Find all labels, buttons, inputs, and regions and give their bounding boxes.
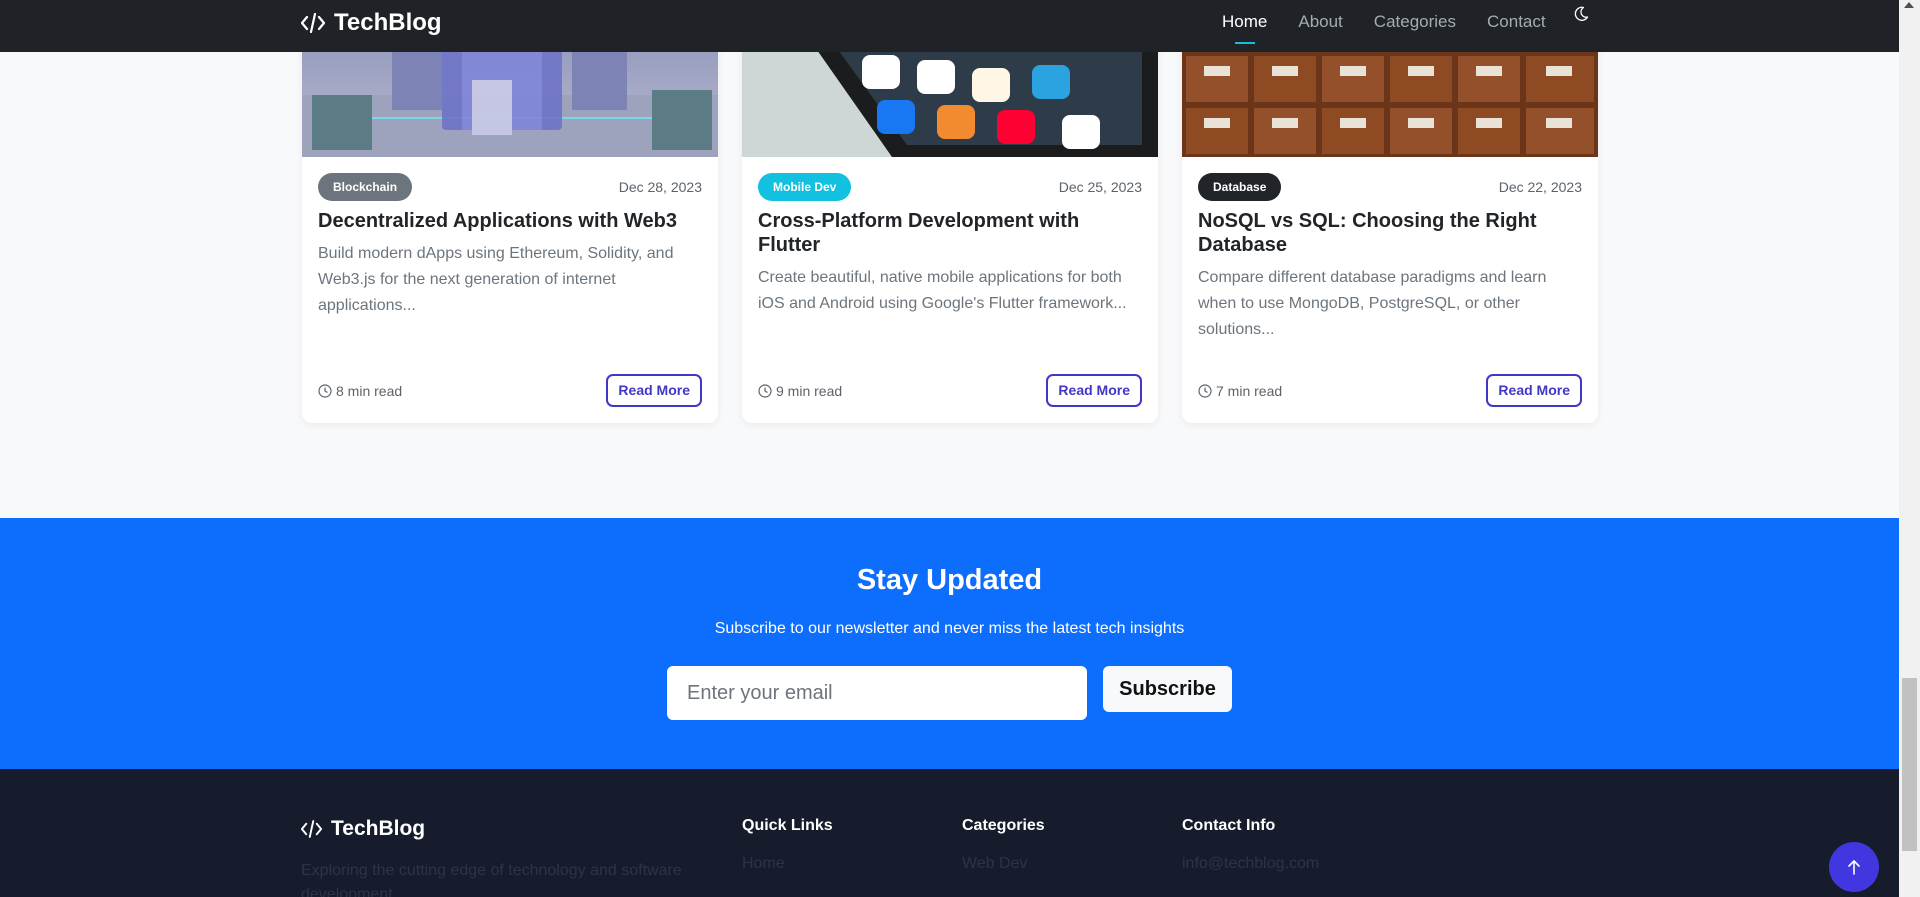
read-more-button[interactable]: Read More [1046, 374, 1142, 407]
article-card-blockchain: Blockchain Dec 28, 2023 Decentralized Ap… [302, 0, 718, 423]
footer-link[interactable]: Web Dev [962, 855, 1028, 873]
post-title[interactable]: Cross-Platform Development with Flutter [758, 209, 1142, 257]
footer-brand-name: TechBlog [331, 817, 426, 840]
back-to-top-button[interactable] [1829, 842, 1879, 892]
category-badge[interactable]: Blockchain [318, 173, 413, 201]
scroll-up-arrow-icon[interactable] [1904, 2, 1914, 8]
moon-icon[interactable] [1573, 6, 1589, 22]
read-more-button[interactable]: Read More [1486, 374, 1582, 407]
clock-icon [758, 384, 772, 398]
read-time-text: 7 min read [1216, 383, 1283, 399]
nav-home[interactable]: Home [1222, 11, 1267, 44]
read-time-text: 8 min read [336, 383, 403, 399]
footer-brand[interactable]: TechBlog [301, 817, 425, 841]
site-footer: TechBlog Exploring the cutting edge of t… [0, 769, 1899, 897]
read-time-text: 9 min read [776, 383, 843, 399]
page-scrollbar[interactable] [1899, 0, 1920, 897]
clock-icon [1198, 384, 1212, 398]
post-date: Dec 22, 2023 [1498, 179, 1582, 195]
top-navbar: TechBlog Home About Categories Contact [0, 0, 1899, 52]
post-title[interactable]: NoSQL vs SQL: Choosing the Right Databas… [1198, 209, 1582, 257]
brand-name: TechBlog [334, 9, 442, 36]
post-date: Dec 28, 2023 [618, 179, 702, 195]
nav-links: Home About Categories Contact [1222, 11, 1577, 44]
nav-about[interactable]: About [1298, 11, 1342, 33]
post-excerpt: Create beautiful, native mobile applicat… [758, 269, 1127, 312]
read-time: 8 min read [318, 383, 402, 399]
arrow-up-icon [1848, 860, 1860, 875]
post-excerpt: Build modern dApps using Ethereum, Solid… [318, 245, 674, 314]
newsletter-title: Stay Updated [856, 564, 1043, 596]
nav-contact[interactable]: Contact [1487, 11, 1546, 33]
nav-categories[interactable]: Categories [1374, 11, 1456, 33]
read-time: 7 min read [1198, 383, 1282, 399]
categories-heading: Categories [962, 817, 1045, 834]
footer-contact: info@techblog.com [1182, 855, 1320, 872]
newsletter-section: Stay Updated Subscribe to our newsletter… [0, 518, 1899, 769]
post-excerpt: Compare different database paradigms and… [1198, 269, 1547, 338]
footer-link[interactable]: Home [742, 855, 785, 873]
code-icon [301, 820, 322, 838]
contact-info-heading: Contact Info [1182, 817, 1276, 834]
card-body: Blockchain Dec 28, 2023 Decentralized Ap… [302, 157, 718, 423]
read-more-button[interactable]: Read More [606, 374, 702, 407]
read-time: 9 min read [758, 383, 842, 399]
category-badge[interactable]: Mobile Dev [758, 173, 852, 201]
subscribe-button[interactable]: Subscribe [1103, 666, 1232, 712]
quick-links-heading: Quick Links [742, 817, 833, 834]
brand-logo[interactable]: TechBlog [301, 9, 442, 37]
article-card-database: Database Dec 22, 2023 NoSQL vs SQL: Choo… [1182, 0, 1598, 423]
post-date: Dec 25, 2023 [1058, 179, 1142, 195]
clock-icon [318, 384, 332, 398]
article-card-flutter: Mobile Dev Dec 25, 2023 Cross-Platform D… [742, 0, 1158, 423]
scrollbar-thumb[interactable] [1902, 678, 1917, 851]
email-input[interactable] [667, 666, 1087, 720]
code-icon [301, 13, 325, 33]
card-body: Database Dec 22, 2023 NoSQL vs SQL: Choo… [1182, 157, 1598, 423]
category-badge[interactable]: Database [1198, 173, 1282, 201]
card-body: Mobile Dev Dec 25, 2023 Cross-Platform D… [742, 157, 1158, 423]
footer-description: Exploring the cutting edge of technology… [301, 862, 682, 897]
newsletter-subtitle: Subscribe to our newsletter and never mi… [714, 620, 1185, 637]
post-title[interactable]: Decentralized Applications with Web3 [318, 209, 702, 233]
